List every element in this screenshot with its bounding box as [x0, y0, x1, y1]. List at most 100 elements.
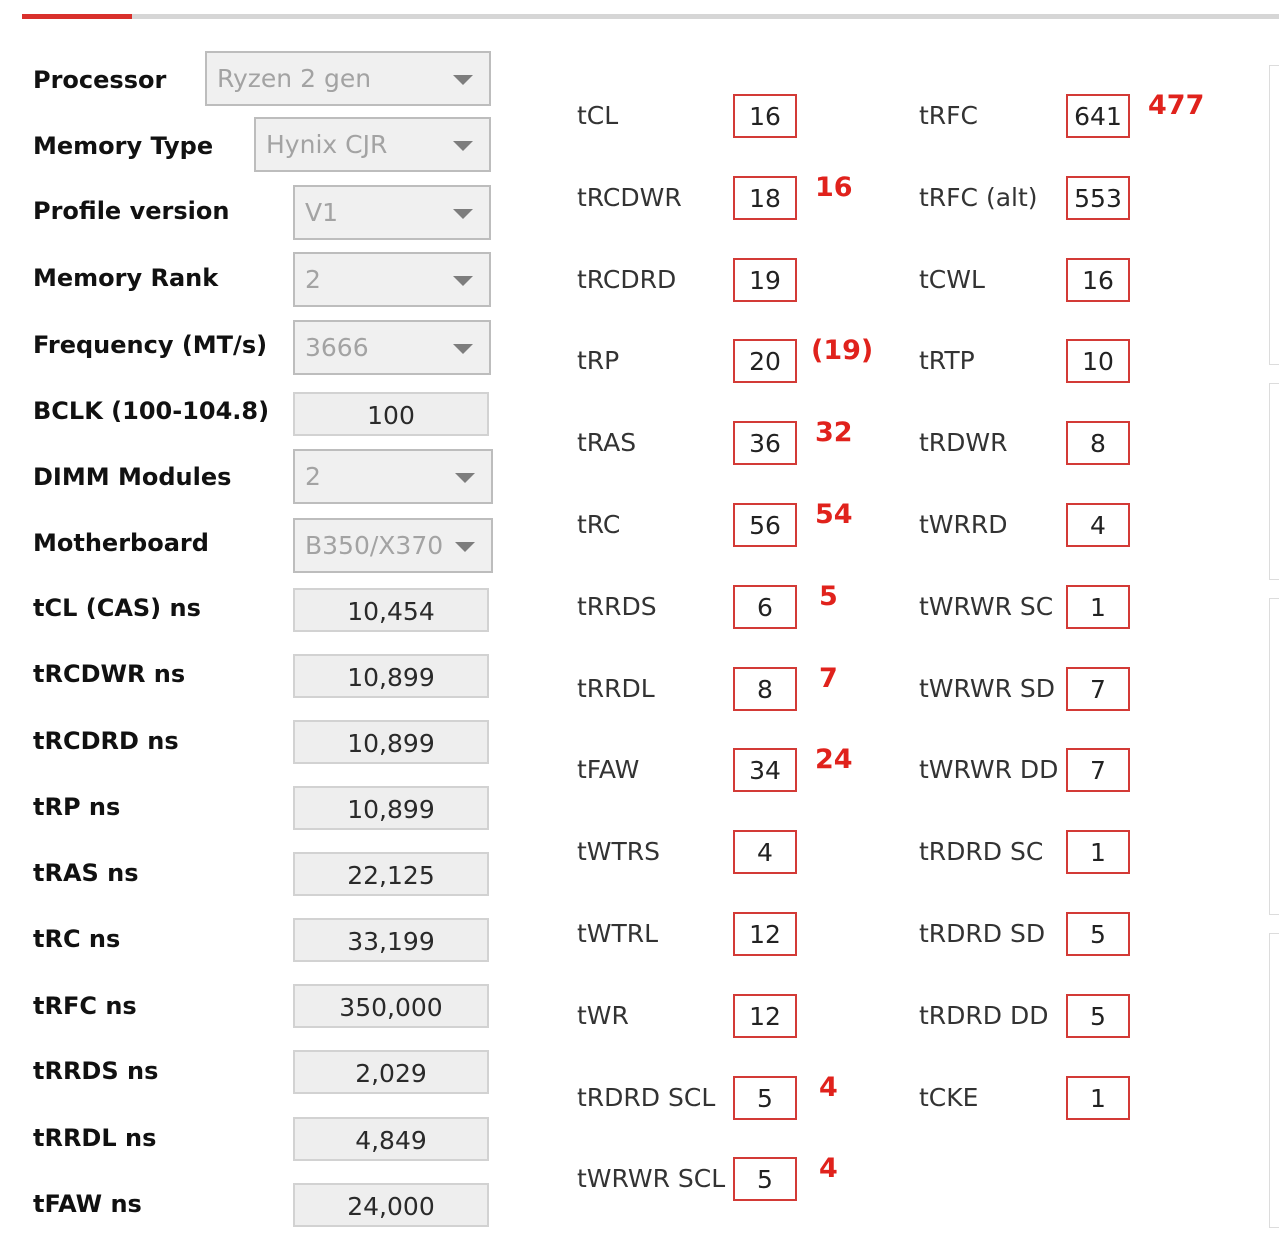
timing-label-twr: tWR [577, 1000, 629, 1030]
timing-value-twrwr-dd[interactable]: 7 [1066, 748, 1130, 793]
trc-ns-label: tRC ns [33, 925, 121, 953]
timing-value-trfc-alt[interactable]: 553 [1066, 175, 1130, 220]
trcdrd-ns-label: tRCDRD ns [33, 727, 179, 755]
chevron-down-icon [455, 542, 475, 552]
annotation-trdrd-scl: 4 [819, 1071, 838, 1103]
tcl-ns-field: 10,454 [293, 588, 489, 632]
timing-label-trrdl: tRRDL [577, 673, 655, 703]
timing-value-twr[interactable]: 12 [733, 993, 797, 1038]
timing-value-trdrd-sd[interactable]: 5 [1066, 912, 1130, 956]
memory-type-label: Memory Type [33, 132, 214, 160]
annotation-twrwr-scl: 4 [819, 1153, 838, 1185]
timing-label-trdwr: tRDWR [919, 428, 1008, 458]
timing-label-tfaw: tFAW [577, 755, 640, 785]
timing-value-trtp[interactable]: 10 [1066, 339, 1130, 384]
chevron-down-icon [455, 473, 475, 483]
annotation-trrdl: 7 [819, 662, 838, 694]
profile-version-select[interactable]: V1 [293, 185, 491, 240]
timing-value-twrwr-sd[interactable]: 7 [1066, 666, 1130, 711]
memory-type-select[interactable]: Hynix CJR [254, 117, 491, 172]
timing-value-trfc[interactable]: 641 [1066, 94, 1130, 138]
active-tab-indicator[interactable] [22, 14, 132, 19]
tab-bar [22, 14, 1279, 19]
timing-value-twrrd[interactable]: 4 [1066, 503, 1130, 547]
bclk-input[interactable]: 100 [293, 392, 489, 436]
right-panel-edge [1269, 383, 1279, 580]
trp-ns-field: 10,899 [293, 786, 489, 830]
timing-value-trdrd-sc[interactable]: 1 [1066, 830, 1130, 875]
trc-ns-field: 33,199 [293, 918, 489, 962]
timing-value-tcke[interactable]: 1 [1066, 1075, 1130, 1120]
frequency-select[interactable]: 3666 [293, 320, 491, 375]
trcdrd-ns-field: 10,899 [293, 720, 489, 764]
motherboard-label: Motherboard [33, 529, 209, 557]
timing-value-tcwl[interactable]: 16 [1066, 257, 1130, 302]
timing-label-twrrd: tWRRD [919, 510, 1008, 539]
annotation-trfc: 477 [1148, 90, 1205, 121]
frequency-label: Frequency (MT/s) [33, 331, 268, 359]
annotation-tras: 32 [815, 417, 853, 449]
timing-label-twtrl: tWTRL [577, 919, 659, 948]
timing-value-twtrs[interactable]: 4 [733, 830, 797, 875]
timing-label-trrds: tRRDS [577, 591, 657, 621]
processor-value: Ryzen 2 gen [217, 64, 372, 93]
trfc-ns-label: tRFC ns [33, 992, 137, 1020]
memory-rank-select[interactable]: 2 [293, 252, 491, 307]
timing-value-trp[interactable]: 20 [733, 339, 797, 384]
timing-label-twrwr-sc: tWRWR SC [919, 591, 1054, 621]
timing-value-tfaw[interactable]: 34 [733, 748, 797, 793]
timing-label-twrwr-sd: tWRWR SD [919, 673, 1056, 703]
trrdl-ns-field: 4,849 [293, 1117, 489, 1161]
tras-ns-label: tRAS ns [33, 859, 139, 887]
processor-select[interactable]: Ryzen 2 gen [205, 51, 491, 106]
dimm-modules-select[interactable]: 2 [293, 449, 493, 504]
timing-label-trc: tRC [577, 510, 621, 539]
trcdwr-ns-field: 10,899 [293, 654, 489, 698]
processor-label: Processor [33, 66, 167, 94]
timing-label-trcdwr: tRCDWR [577, 182, 682, 212]
timing-label-trdrd-dd: tRDRD DD [919, 1000, 1049, 1030]
timing-value-trrds[interactable]: 6 [733, 584, 797, 629]
timing-label-trdrd-sd: tRDRD SD [919, 919, 1046, 948]
right-panel-edge [1269, 598, 1279, 915]
trrdl-ns-label: tRRDL ns [33, 1124, 157, 1152]
dimm-modules-value: 2 [305, 462, 321, 491]
timing-value-tcl[interactable]: 16 [733, 94, 797, 138]
timing-value-tras[interactable]: 36 [733, 421, 797, 466]
timing-value-trrdl[interactable]: 8 [733, 666, 797, 711]
right-panel-edge [1269, 933, 1279, 1228]
timing-value-twtrl[interactable]: 12 [733, 912, 797, 956]
trcdwr-ns-label: tRCDWR ns [33, 660, 186, 688]
timing-label-twrwr-dd: tWRWR DD [919, 755, 1059, 785]
timing-label-trdrd-scl: tRDRD SCL [577, 1082, 716, 1112]
memory-type-value: Hynix CJR [266, 130, 388, 159]
timing-label-tcl: tCL [577, 101, 619, 130]
timing-label-twrwr-scl: tWRWR SCL [577, 1164, 726, 1194]
timing-label-trp: tRP [577, 346, 620, 376]
timing-label-trcdrd: tRCDRD [577, 264, 677, 294]
trrds-ns-label: tRRDS ns [33, 1057, 159, 1085]
timing-value-trdrd-dd[interactable]: 5 [1066, 993, 1130, 1038]
timing-value-trcdwr[interactable]: 18 [733, 175, 797, 220]
memory-rank-value: 2 [305, 265, 321, 294]
timing-label-tras: tRAS [577, 428, 637, 458]
timing-value-twrwr-scl[interactable]: 5 [733, 1157, 797, 1202]
timing-value-trc[interactable]: 56 [733, 503, 797, 547]
timing-label-tcke: tCKE [919, 1082, 979, 1112]
timing-value-twrwr-sc[interactable]: 1 [1066, 584, 1130, 629]
timing-label-twtrs: tWTRS [577, 837, 661, 867]
trfc-ns-field: 350,000 [293, 984, 489, 1028]
frequency-value: 3666 [305, 333, 369, 362]
annotation-trc: 54 [815, 499, 853, 530]
trrds-ns-field: 2,029 [293, 1050, 489, 1094]
timing-value-trcdrd[interactable]: 19 [733, 257, 797, 302]
motherboard-select[interactable]: B350/X370 [293, 518, 493, 573]
trp-ns-label: tRP ns [33, 793, 121, 821]
chevron-down-icon [453, 344, 473, 354]
chevron-down-icon [453, 141, 473, 151]
motherboard-value: B350/X370 [305, 531, 444, 560]
timing-value-trdwr[interactable]: 8 [1066, 421, 1130, 466]
tcl-ns-label: tCL (CAS) ns [33, 594, 201, 622]
timing-value-trdrd-scl[interactable]: 5 [733, 1075, 797, 1120]
chevron-down-icon [453, 75, 473, 85]
